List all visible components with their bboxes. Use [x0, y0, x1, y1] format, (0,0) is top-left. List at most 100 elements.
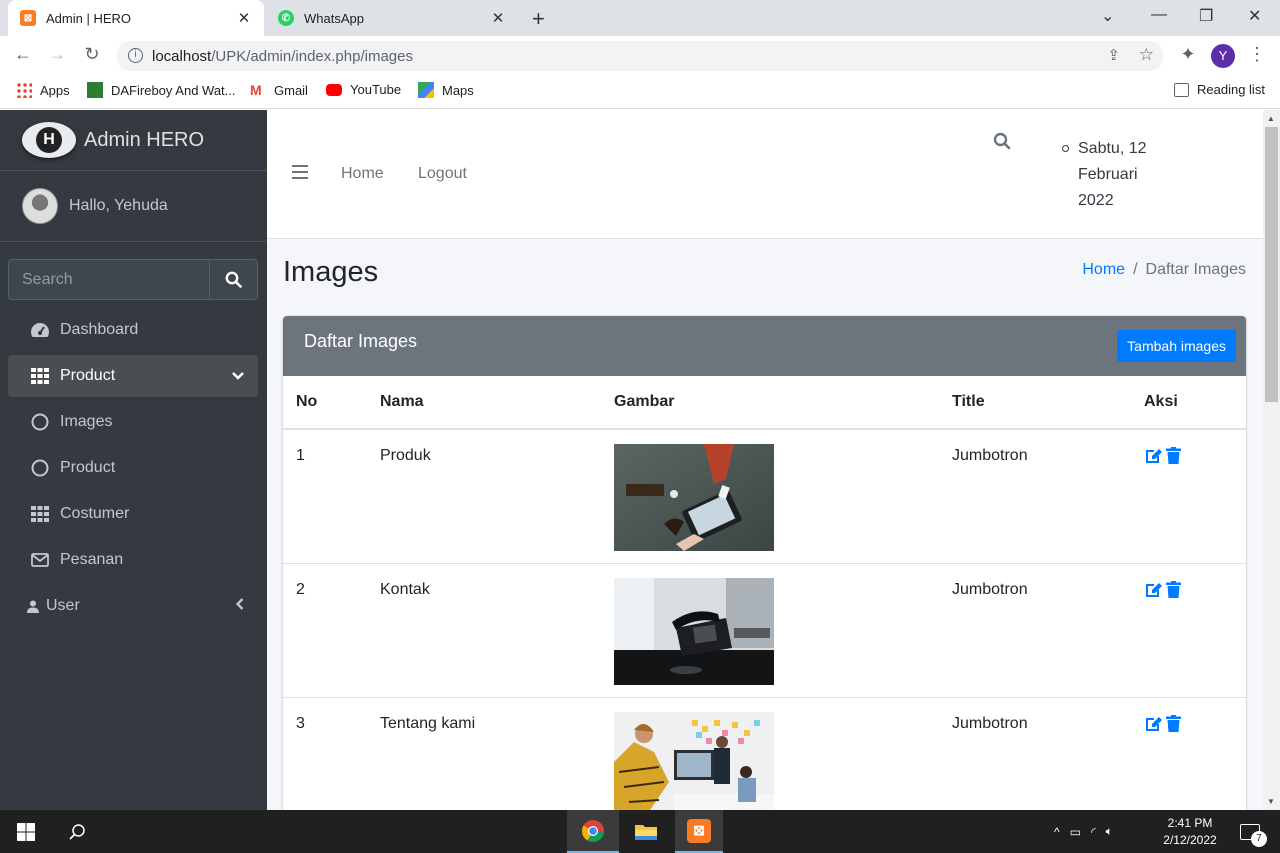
nav-logout-link[interactable]: Logout [418, 165, 467, 183]
whatsapp-favicon-icon: ✆ [278, 10, 294, 26]
tab-whatsapp[interactable]: ✆ WhatsApp ✕ [266, 0, 518, 36]
cell-aksi [1131, 563, 1246, 698]
close-window-icon[interactable]: ✕ [1248, 6, 1261, 26]
breadcrumb-home[interactable]: Home [1082, 261, 1125, 278]
bookmark-maps[interactable]: Maps [418, 82, 474, 98]
sidebar-item-user[interactable]: User [8, 585, 258, 627]
trash-icon[interactable] [1166, 447, 1181, 464]
sidebar-item-pesanan[interactable]: Pesanan [8, 539, 258, 581]
bookmark-gmail[interactable]: M Gmail [250, 82, 308, 98]
cell-nama: Kontak [367, 563, 601, 698]
taskbar-xampp[interactable]: ⊠ [675, 810, 723, 853]
youtube-icon [326, 83, 342, 96]
share-icon[interactable]: ⇪ [1107, 46, 1120, 64]
tab-title: Admin | HERO [46, 10, 132, 26]
wifi-icon[interactable]: ◜ [1091, 825, 1096, 839]
clock-date: 2/12/2022 [1163, 833, 1217, 847]
windows-taskbar: ⊠ ^ ▭ ◜ 🔈︎ 2:41 PM 2/12/2022 7 [0, 810, 1280, 853]
trash-icon[interactable] [1166, 714, 1181, 732]
battery-icon[interactable]: ▭ [1070, 825, 1081, 839]
sidebar-item-costumer[interactable]: Costumer [8, 493, 258, 535]
tab-title: WhatsApp [304, 10, 364, 26]
scroll-up-icon[interactable]: ▲ [1267, 114, 1275, 123]
cell-gambar [601, 697, 939, 810]
notification-center[interactable]: 7 [1230, 810, 1270, 853]
new-tab-icon[interactable]: + [532, 6, 545, 32]
taskbar-search-button[interactable] [52, 810, 102, 853]
cell-no: 3 [283, 697, 367, 810]
profile-avatar[interactable]: Y [1211, 44, 1235, 68]
url-bar[interactable]: i localhost/UPK/admin/index.php/images ⇪… [116, 41, 1164, 71]
bookmark-dafireboy[interactable]: DAFireboy And Wat... [87, 82, 236, 98]
bookmark-label: DAFireboy And Wat... [111, 82, 236, 98]
site-info-icon[interactable]: i [128, 48, 143, 63]
scrollbar-thumb[interactable] [1265, 127, 1278, 402]
edit-icon[interactable] [1144, 447, 1163, 464]
cell-title: Jumbotron [939, 697, 1131, 810]
extensions-icon[interactable]: ✦ [1176, 44, 1200, 65]
images-table: No Nama Gambar Title Aksi 1 Produk Jumbo… [283, 376, 1246, 810]
close-tab-icon[interactable]: ✕ [490, 9, 506, 27]
xampp-icon: ⊠ [687, 818, 711, 843]
tab-search-icon[interactable]: ⌄ [1101, 6, 1114, 26]
menu-kebab-icon[interactable]: ⋮ [1245, 44, 1269, 65]
sidebar-item-label: User [46, 597, 80, 614]
taskbar-file-explorer[interactable] [621, 810, 671, 853]
edit-icon[interactable] [1144, 715, 1163, 732]
show-hidden-icons-icon[interactable]: ^ [1054, 825, 1060, 839]
url-host: localhost [152, 47, 212, 65]
sidebar-item-label: Costumer [60, 505, 130, 522]
table-row: 3 Tentang kami Jumbotron [283, 697, 1246, 810]
sidebar-search [8, 259, 258, 300]
back-icon[interactable]: ← [11, 44, 35, 65]
start-button[interactable] [0, 810, 52, 853]
reading-list-icon [1174, 82, 1189, 97]
minimize-icon[interactable]: — [1151, 6, 1167, 24]
sidebar-search-button[interactable] [209, 259, 258, 300]
reading-list[interactable]: Reading list [1174, 82, 1265, 97]
edit-icon[interactable] [1144, 581, 1163, 598]
nav-home-link[interactable]: Home [341, 165, 384, 183]
notification-icon: 7 [1240, 823, 1267, 847]
bookmark-apps[interactable]: Apps [16, 82, 70, 98]
table-header-row: No Nama Gambar Title Aksi [283, 376, 1246, 430]
sidebar: H Admin HERO Hallo, Yehuda Dashboard Pro… [0, 110, 267, 810]
hamburger-menu-icon[interactable] [292, 165, 308, 183]
envelope-icon [30, 550, 50, 570]
search-icon [225, 271, 242, 288]
user-name: Hallo, Yehuda [69, 197, 168, 214]
clock[interactable]: 2:41 PM 2/12/2022 [1150, 815, 1230, 849]
trash-icon[interactable] [1166, 580, 1181, 598]
taskbar-chrome[interactable] [567, 810, 619, 853]
volume-icon[interactable]: 🔈︎ [1106, 824, 1113, 839]
product-thumbnail-image [614, 444, 774, 551]
sidebar-search-input[interactable] [8, 259, 209, 300]
bookmark-youtube[interactable]: YouTube [326, 82, 401, 97]
restore-icon[interactable]: ❐ [1199, 6, 1213, 26]
user-panel[interactable]: Hallo, Yehuda [0, 171, 267, 242]
navbar-search-icon[interactable] [993, 132, 1011, 155]
reload-icon[interactable]: ↻ [80, 44, 104, 65]
scroll-down-icon[interactable]: ▼ [1267, 797, 1275, 806]
sidebar-item-label: Dashboard [60, 321, 139, 338]
forward-icon[interactable]: → [45, 44, 69, 65]
avatar [22, 188, 58, 224]
page-scrollbar[interactable]: ▲ ▼ [1263, 110, 1280, 810]
sidebar-item-product[interactable]: Product [8, 447, 258, 489]
add-images-button[interactable]: Tambah images [1117, 330, 1236, 362]
url-path: /UPK/admin/index.php/images [211, 47, 413, 65]
grid-icon [30, 504, 50, 524]
sidebar-item-product-menu[interactable]: Product [8, 355, 258, 397]
cell-title: Jumbotron [939, 563, 1131, 698]
circle-icon [30, 458, 50, 478]
date-display: Sabtu, 12 Februari 2022 [1062, 136, 1172, 214]
tab-admin-hero[interactable]: ⊠ Admin | HERO ✕ [8, 0, 264, 36]
page-title: Images [283, 256, 379, 288]
close-tab-icon[interactable]: ✕ [236, 9, 252, 27]
sidebar-item-images[interactable]: Images [8, 401, 258, 443]
chevron-down-icon [232, 367, 244, 383]
brand-link[interactable]: H Admin HERO [0, 110, 267, 171]
sidebar-item-dashboard[interactable]: Dashboard [8, 309, 258, 351]
folder-icon [635, 824, 657, 840]
bookmark-star-icon[interactable]: ☆ [1139, 45, 1154, 65]
